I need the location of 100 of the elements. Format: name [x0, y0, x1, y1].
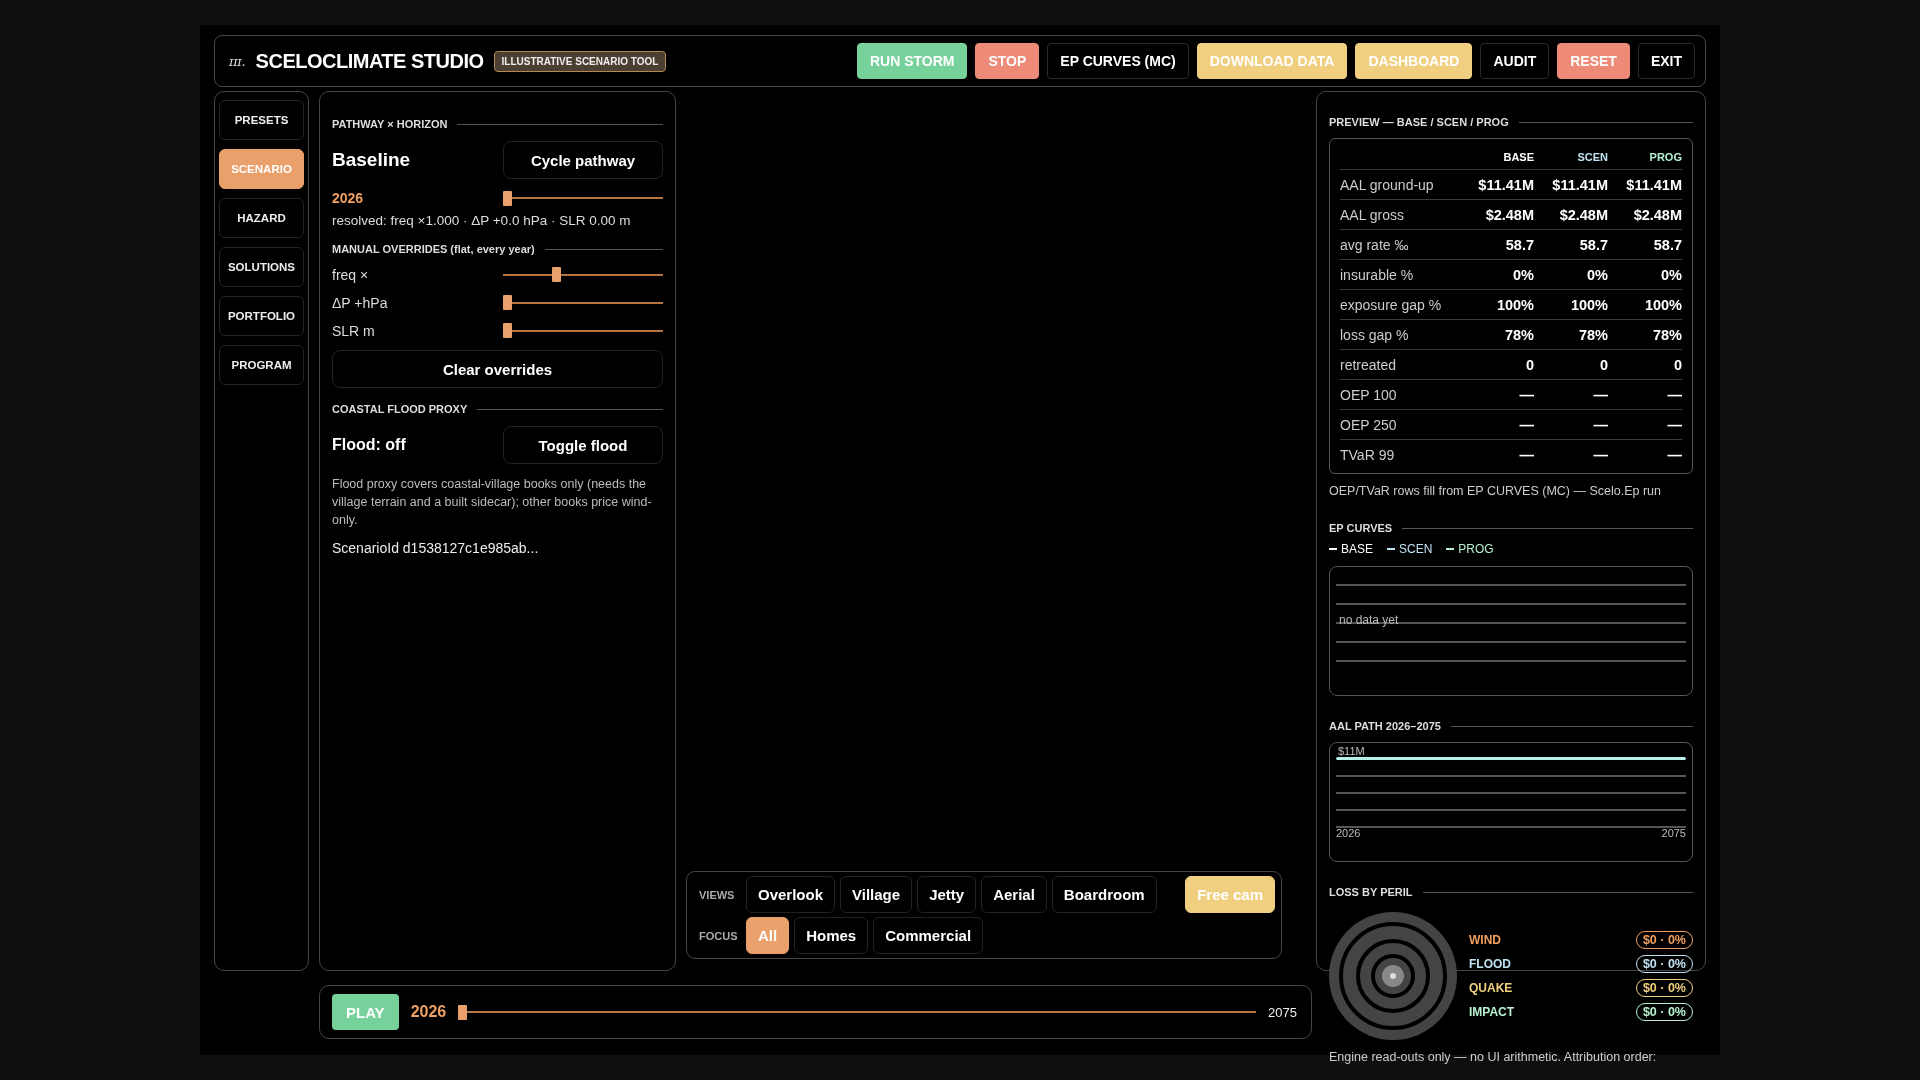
axis-label: 2026 — [1336, 827, 1361, 839]
row-label: insurable % — [1340, 266, 1415, 283]
pathway-name: Baseline — [332, 149, 411, 171]
table-cell-text: — — [1592, 386, 1608, 403]
column-header: SCEN — [1576, 151, 1608, 163]
table-cell-text: 78% — [1577, 326, 1608, 343]
table-cell-text: — — [1592, 416, 1608, 433]
table-cell-text: 78% — [1503, 326, 1534, 343]
cycle-pathway-button[interactable]: Cycle pathway — [503, 141, 663, 179]
table-cell-text: — — [1518, 386, 1534, 403]
table-cell-text: — — [1592, 446, 1608, 463]
column-header: BASE — [1502, 151, 1534, 163]
peril-label: FLOOD — [1469, 957, 1511, 971]
nav-tab[interactable]: PORTFOLIO — [219, 296, 304, 336]
year-label: 2026 — [410, 1003, 447, 1021]
table-cell-text: 58.7 — [1578, 236, 1608, 253]
table-cell-text: 100% — [1643, 296, 1682, 313]
slider-thumb[interactable] — [551, 267, 561, 282]
toggle-flood-button[interactable]: Toggle flood — [503, 426, 663, 464]
views-button[interactable]: Village — [840, 876, 913, 913]
table-cell-text: 0% — [1512, 266, 1534, 283]
table-cell-text: — — [1518, 416, 1534, 433]
slider-thumb[interactable] — [503, 190, 512, 206]
views-button[interactable]: Overlook — [746, 876, 836, 913]
override-label: SLR m — [332, 322, 375, 339]
table-cell-text: — — [1666, 446, 1682, 463]
value-label: $11M — [1338, 745, 1366, 757]
section-heading: EP CURVES — [1329, 522, 1393, 534]
flood-note: Flood proxy covers coastal-village books only (needs the village terrain and a built sidecar); other books price wind-only. — [332, 476, 653, 529]
legend-label: PROG — [1458, 542, 1494, 556]
section-heading: PREVIEW — BASE / SCEN / PROG — [1329, 116, 1509, 128]
resolved-text: resolved: freq ×1.000 · ΔP +0.0 hPa · SLR 0.00 m — [332, 213, 632, 228]
toolbar-button[interactable]: EXIT — [1637, 43, 1695, 79]
row-label: OEP 250 — [1340, 416, 1398, 433]
peril-label: WIND — [1469, 933, 1501, 947]
footer-note: Engine read-outs only — no UI arithmetic. Attribution order: — [1329, 1050, 1658, 1064]
table-cell-text: $2.48M — [1484, 206, 1534, 223]
table-cell-text: 78% — [1651, 326, 1682, 343]
override-label: freq × — [332, 266, 369, 283]
row-label: OEP 100 — [1340, 386, 1398, 403]
row-label: loss gap % — [1340, 326, 1410, 343]
focus-label: FOCUS — [699, 929, 739, 942]
axis-label: 2075 — [1661, 827, 1686, 839]
tool-badge: ILLUSTRATIVE SCENARIO TOOL — [493, 50, 667, 72]
year-label: 2026 — [332, 190, 364, 206]
table-cell-text: 100% — [1495, 296, 1534, 313]
table-note: OEP/TVaR rows fill from EP CURVES (MC) — Scelo.Ep run — [1329, 484, 1663, 498]
clear-overrides-button[interactable]: Clear overrides — [332, 350, 663, 388]
section-heading: AAL PATH 2026–2075 — [1329, 720, 1441, 732]
slider-thumb[interactable] — [503, 295, 512, 310]
app-title: SCELOCLIMATE STUDIO — [255, 49, 484, 73]
flood-status: Flood: off — [332, 436, 406, 454]
scenario-id: ScenarioId d1538127c1e985ab... — [332, 540, 540, 556]
row-label: avg rate ‰ — [1340, 236, 1410, 253]
row-label: AAL gross — [1340, 206, 1406, 223]
end-year-label: 2075 — [1268, 1004, 1297, 1020]
table-cell-text: 0 — [1672, 356, 1682, 373]
nav-tab[interactable]: HAZARD — [219, 198, 304, 238]
table-cell-text: 58.7 — [1652, 236, 1682, 253]
table-cell-text: $11.41M — [1551, 176, 1608, 193]
nav-tab[interactable]: SOLUTIONS — [219, 247, 304, 287]
section-heading: MANUAL OVERRIDES (flat, every year) — [332, 243, 535, 255]
section-heading: LOSS BY PERIL — [1329, 886, 1413, 898]
override-label: ΔP +hPa — [332, 294, 388, 311]
nav-tab[interactable]: PRESETS — [219, 100, 304, 140]
views-label: VIEWS — [699, 888, 736, 901]
legend-label: BASE — [1341, 542, 1373, 556]
logo: ɪɪɪ. — [229, 53, 246, 69]
slider-thumb[interactable] — [503, 323, 512, 338]
table-cell-text: $2.48M — [1632, 206, 1682, 223]
table-cell-text: — — [1666, 416, 1682, 433]
nav-tab[interactable]: PROGRAM — [219, 345, 304, 385]
table-cell-text: $11.41M — [1477, 176, 1534, 193]
table-cell-text: — — [1666, 386, 1682, 403]
table-cell-text: 58.7 — [1504, 236, 1534, 253]
row-label: retreated — [1340, 356, 1398, 373]
table-cell-text: — — [1518, 446, 1534, 463]
views-button[interactable]: Boardroom — [1051, 876, 1157, 913]
peril-label: QUAKE — [1469, 981, 1513, 995]
toolbar-button[interactable]: AUDIT — [1480, 43, 1550, 79]
views-button[interactable]: Aerial — [981, 876, 1047, 913]
table-cell-text: 100% — [1569, 296, 1608, 313]
table-cell-text: 0% — [1586, 266, 1608, 283]
empty-chart-text: no data yet — [1339, 613, 1399, 627]
table-cell-text: 0 — [1524, 356, 1534, 373]
slider-thumb[interactable] — [458, 1004, 468, 1020]
focus-button[interactable]: Homes — [794, 917, 869, 954]
row-label: AAL ground-up — [1340, 176, 1435, 193]
section-heading: COASTAL FLOOD PROXY — [332, 403, 468, 415]
row-label: exposure gap % — [1340, 296, 1443, 313]
views-button[interactable]: Jetty — [917, 876, 977, 913]
table-cell-text: 0% — [1660, 266, 1682, 283]
table-cell-text: 0 — [1598, 356, 1608, 373]
row-label: TVaR 99 — [1340, 446, 1396, 463]
toolbar-button[interactable]: EP CURVES (MC) — [1047, 43, 1189, 79]
table-cell-text: $2.48M — [1558, 206, 1608, 223]
focus-button[interactable]: Commercial — [873, 917, 984, 954]
legend-label: SCEN — [1399, 542, 1433, 556]
peril-label: IMPACT — [1469, 1005, 1515, 1019]
table-cell-text: $11.41M — [1625, 176, 1682, 193]
